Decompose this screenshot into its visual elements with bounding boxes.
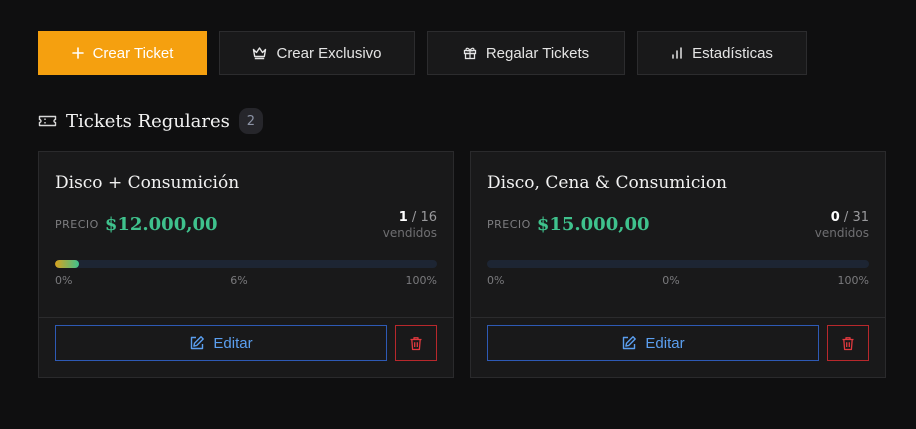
price-label: PRECIO bbox=[487, 218, 531, 231]
ticket-count-badge: 2 bbox=[238, 108, 263, 134]
edit-button[interactable]: Editar bbox=[55, 325, 387, 361]
price-row: PRECIO $15.000,00 bbox=[487, 214, 650, 235]
create-ticket-label: Crear Ticket bbox=[92, 44, 174, 62]
total-count: 16 bbox=[420, 210, 437, 225]
price-label: PRECIO bbox=[55, 218, 99, 231]
edit-label: Editar bbox=[213, 334, 253, 352]
sold-count: 1 bbox=[398, 210, 408, 225]
progress-max-label: 100% bbox=[405, 274, 437, 287]
create-exclusive-button[interactable]: Crear Exclusivo bbox=[219, 31, 415, 75]
gift-tickets-button[interactable]: Regalar Tickets bbox=[427, 31, 625, 75]
divider bbox=[471, 317, 885, 318]
gift-icon bbox=[463, 47, 476, 60]
sold-label: vendidos bbox=[382, 226, 437, 240]
progress-labels: 0% 0% 100% bbox=[487, 274, 869, 287]
progress-value-label: 0% bbox=[662, 274, 680, 287]
statistics-button[interactable]: Estadísticas bbox=[637, 31, 807, 75]
ticket-name: Disco + Consumición bbox=[55, 173, 240, 193]
price-row: PRECIO $12.000,00 bbox=[55, 214, 218, 235]
progress-fill bbox=[55, 260, 79, 268]
ticket-name: Disco, Cena & Consumicion bbox=[487, 173, 728, 193]
delete-button[interactable] bbox=[827, 325, 869, 361]
ticket-card: Disco, Cena & Consumicion PRECIO $15.000… bbox=[470, 151, 886, 378]
sales-progress-bar bbox=[55, 260, 437, 268]
toolbar: Crear Ticket Crear Exclusivo Regalar Tic… bbox=[38, 31, 807, 75]
ticket-card: Disco + Consumición PRECIO $12.000,00 1 … bbox=[38, 151, 454, 378]
sold-separator: / bbox=[407, 210, 421, 225]
progress-labels: 0% 6% 100% bbox=[55, 274, 437, 287]
sales-progress-bar bbox=[487, 260, 869, 268]
progress-max-label: 100% bbox=[837, 274, 869, 287]
edit-icon bbox=[623, 336, 637, 350]
progress-value-label: 6% bbox=[230, 274, 248, 287]
sold-info: 1 / 16 vendidos bbox=[383, 210, 437, 240]
statistics-label: Estadísticas bbox=[692, 44, 773, 62]
ticket-icon bbox=[38, 115, 57, 127]
sold-count: 0 bbox=[830, 210, 840, 225]
delete-button[interactable] bbox=[395, 325, 437, 361]
trash-icon bbox=[842, 336, 854, 350]
crown-icon bbox=[253, 47, 267, 60]
edit-label: Editar bbox=[645, 334, 685, 352]
create-exclusive-label: Crear Exclusivo bbox=[276, 44, 382, 62]
sold-separator: / bbox=[839, 210, 853, 225]
trash-icon bbox=[410, 336, 422, 350]
gift-tickets-label: Regalar Tickets bbox=[485, 44, 590, 62]
section-header: Tickets Regulares 2 bbox=[38, 108, 263, 134]
progress-min-label: 0% bbox=[487, 274, 505, 287]
section-title: Tickets Regulares bbox=[66, 110, 230, 132]
price-value: $12.000,00 bbox=[104, 214, 218, 235]
total-count: 31 bbox=[852, 210, 869, 225]
divider bbox=[39, 317, 453, 318]
progress-min-label: 0% bbox=[55, 274, 73, 287]
sold-info: 0 / 31 vendidos bbox=[815, 210, 869, 240]
edit-icon bbox=[191, 336, 205, 350]
sold-label: vendidos bbox=[814, 226, 869, 240]
plus-icon bbox=[71, 47, 84, 59]
bar-chart-icon bbox=[672, 47, 682, 59]
edit-button[interactable]: Editar bbox=[487, 325, 819, 361]
create-ticket-button[interactable]: Crear Ticket bbox=[38, 31, 207, 75]
price-value: $15.000,00 bbox=[536, 214, 650, 235]
